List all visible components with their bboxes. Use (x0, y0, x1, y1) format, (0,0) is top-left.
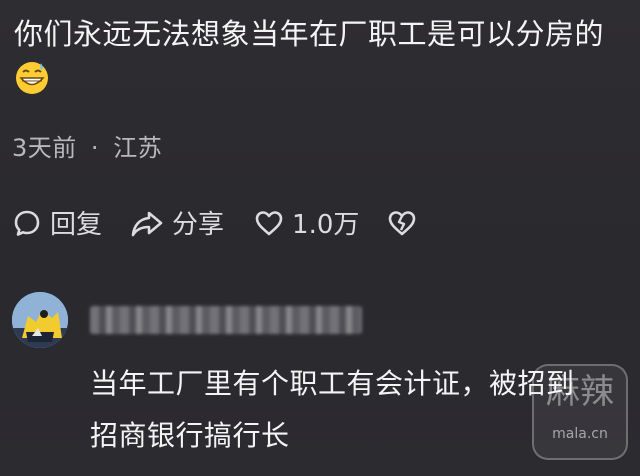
comment-actions: 回复 分享 1.0万 (12, 204, 417, 241)
like-count: 1.0万 (292, 210, 360, 240)
watermark-logo: 麻辣 mala.cn (532, 364, 628, 460)
share-icon (130, 208, 164, 238)
reply-username-blurred[interactable] (90, 306, 362, 334)
share-button[interactable]: 分享 (130, 204, 224, 241)
grinning-sweat-emoji-icon (14, 60, 50, 96)
reply-icon (12, 208, 42, 238)
reply-label: 回复 (50, 210, 103, 240)
comment-block: 你们永远无法想象当年在厂职工是可以分房的 (14, 14, 626, 100)
dislike-button[interactable] (387, 208, 417, 238)
like-button[interactable]: 1.0万 (254, 204, 359, 241)
share-label: 分享 (172, 210, 225, 240)
comment-meta: 3天前 · 江苏 (12, 128, 162, 163)
watermark-brand: 麻辣 (546, 372, 614, 412)
watermark-domain: mala.cn (552, 426, 608, 442)
heart-icon (254, 208, 284, 238)
comment-time: 3天前 (12, 134, 77, 162)
comment-text: 你们永远无法想象当年在厂职工是可以分房的 (14, 17, 605, 51)
meta-separator: · (90, 134, 100, 162)
broken-heart-icon (387, 208, 417, 238)
comment-location: 江苏 (113, 134, 163, 162)
avatar[interactable] (12, 292, 68, 348)
reply-button[interactable]: 回复 (12, 204, 102, 241)
